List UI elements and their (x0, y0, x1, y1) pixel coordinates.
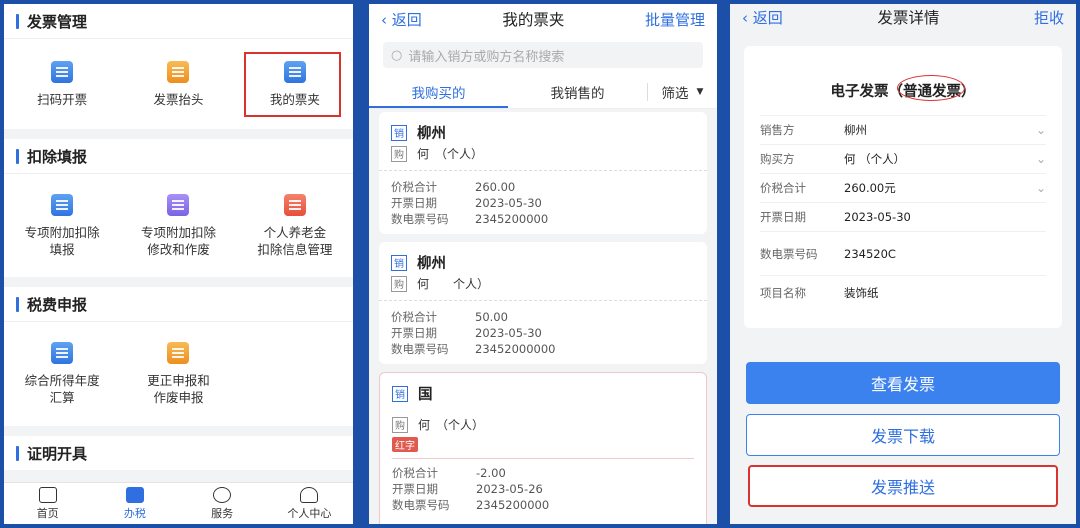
red-invoice-badge: 红字 (392, 437, 418, 452)
annual-settlement-item[interactable]: 综合所得年度 汇算 (4, 322, 120, 426)
highlight-box (244, 52, 341, 117)
back-button[interactable]: ‹ 返回 (742, 7, 783, 28)
detail-row-number: 数电票号码 234520C (760, 231, 1046, 275)
page-title: 发票详情 (877, 9, 940, 27)
invoice-detail-card: 电子发票（普通发票） 销售方 柳州 ⌄ 购买方何 （个人） ⌄ 价税合计 260.00元… (744, 46, 1062, 328)
tab-tax[interactable]: 办税 (91, 483, 178, 524)
home-icon (38, 486, 57, 503)
scan-invoice-item[interactable]: 扫码开票 (4, 39, 120, 129)
detail-row-date: 开票日期 2023-05-30 (760, 202, 1046, 231)
deduction-fill-icon (51, 193, 74, 216)
deduction-modify-icon (167, 193, 190, 216)
batch-manage-button[interactable]: 批量管理 (645, 9, 705, 30)
detail-row-item: 项目名称 装饰纸 (760, 275, 1046, 309)
pension-icon (283, 193, 306, 216)
filter-dropdown[interactable]: 筛选 ▼ (647, 82, 717, 102)
invoice-card[interactable]: 销柳州 购何 个人） 价税合计 50.00 开票日期 2023-05-30 数电票号… (379, 242, 707, 364)
section-title-certificate: 证明开具 (4, 436, 353, 470)
detail-row-amount[interactable]: 价税合计 260.00元 ⌄ (760, 173, 1046, 202)
wallet-navbar: ‹ 返回 我的票夹 批量管理 (369, 4, 717, 34)
detail-row-seller[interactable]: 销售方 柳州 ⌄ (760, 115, 1046, 144)
user-icon (300, 486, 319, 503)
invoice-header-item[interactable]: 发票抬头 (120, 39, 236, 129)
pension-item[interactable]: 个人养老金 扣除信息管理 (237, 174, 353, 277)
tab-sold[interactable]: 我销售的 (508, 75, 647, 108)
section-title-tax-filing: 税费申报 (4, 287, 353, 321)
highlight-oval (897, 75, 965, 101)
invoice-card[interactable]: 销柳州 购何 （个人） 价税合计 260.00 开票日期 2023-05-30 数电… (379, 112, 707, 234)
service-icon (213, 486, 232, 503)
section-title-deduction: 扣除填报 (4, 139, 353, 173)
chevron-down-icon: ⌄ (1035, 123, 1046, 137)
tax-menu-panel: 发票管理 扫码开票 发票抬头 我的票夹 扣除填报 专项附加扣除 填报 专项附加扣… (4, 4, 353, 524)
deduction-modify-item[interactable]: 专项附加扣除 修改和作废 (120, 174, 236, 277)
invoice-wallet-panel: ‹ 返回 我的票夹 批量管理 ○ 请输入销方或购方名称搜索 我购买的 我销售的 筛… (369, 4, 717, 524)
download-invoice-button[interactable]: 发票下载 (746, 414, 1060, 456)
detail-row-buyer[interactable]: 购买方何 （个人） ⌄ (760, 144, 1046, 173)
page-title: 我的票夹 (502, 11, 565, 29)
tab-service[interactable]: 服务 (179, 483, 266, 524)
bottom-tabbar: 首页 办税 服务 个人中心 (4, 482, 353, 524)
reject-button[interactable]: 拒收 (1034, 7, 1064, 28)
chevron-down-icon: ⌄ (1035, 152, 1046, 166)
scan-invoice-icon (51, 60, 74, 83)
chevron-down-icon: ▼ (696, 86, 704, 97)
invoice-card-red[interactable]: 销国 购何 （个人） 红字 价税合计 -2.00 开票日期 2023-05-26 数… (379, 372, 707, 524)
chevron-down-icon: ⌄ (1035, 181, 1046, 195)
back-button[interactable]: ‹ 返回 (381, 9, 422, 30)
tab-bought[interactable]: 我购买的 (369, 75, 508, 108)
invoice-detail-panel: ‹ 返回 发票详情 拒收 电子发票（普通发票） 销售方 柳州 ⌄ 购买方何 （个人）… (730, 4, 1076, 524)
search-input[interactable]: ○ 请输入销方或购方名称搜索 (383, 42, 703, 68)
tax-icon (125, 486, 144, 503)
tab-home[interactable]: 首页 (4, 483, 91, 524)
invoice-header-icon (167, 60, 190, 83)
wallet-tabs: 我购买的 我销售的 筛选 ▼ (369, 75, 717, 109)
search-icon: ○ (391, 47, 403, 63)
deduction-grid: 专项附加扣除 填报 专项附加扣除 修改和作废 个人养老金 扣除信息管理 (4, 173, 353, 277)
detail-navbar: ‹ 返回 发票详情 拒收 (730, 4, 1076, 30)
tab-profile[interactable]: 个人中心 (266, 483, 353, 524)
push-invoice-button[interactable]: 发票推送 (748, 465, 1058, 507)
correction-icon (167, 342, 190, 364)
tax-filing-grid: 综合所得年度 汇算 更正申报和 作废申报 (4, 321, 353, 426)
view-invoice-button[interactable]: 查看发票 (746, 362, 1060, 404)
annual-settlement-icon (51, 342, 74, 364)
section-title-invoice-management: 发票管理 (4, 4, 353, 38)
correction-item[interactable]: 更正申报和 作废申报 (120, 322, 236, 426)
deduction-fill-item[interactable]: 专项附加扣除 填报 (4, 174, 120, 277)
doc-title: 电子发票（普通发票） (760, 75, 1046, 101)
